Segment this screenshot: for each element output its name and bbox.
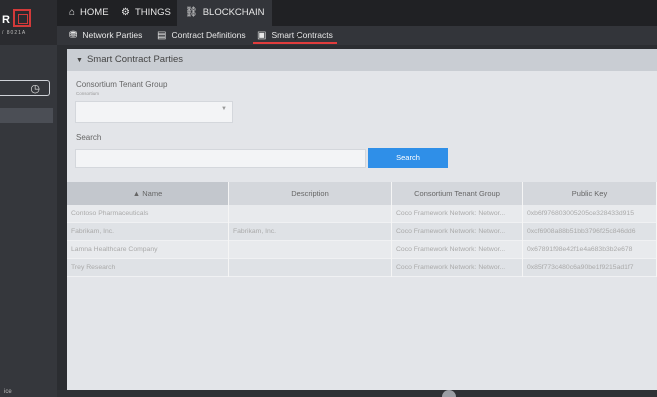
cell-name: Fabrikam, Inc. xyxy=(67,223,229,241)
column-header-public-key[interactable]: Public Key xyxy=(523,182,657,205)
horizontal-scrollbar[interactable] xyxy=(57,390,657,397)
column-header-consortium[interactable]: Consortium Tenant Group xyxy=(392,182,523,205)
cell-public-key: 0xb6f976803005205ce328433d915 xyxy=(523,205,657,223)
section-header[interactable]: ▼ Smart Contract Parties xyxy=(67,49,657,71)
cell-description xyxy=(229,205,392,223)
subtab-network-parties[interactable]: ⛃ Network Parties xyxy=(69,26,142,45)
table-row[interactable]: Fabrikam, Inc. Fabrikam, Inc. Coco Frame… xyxy=(67,223,657,241)
section-title: Smart Contract Parties xyxy=(86,54,184,65)
cell-consortium: Coco Framework Network: Networ... xyxy=(392,259,523,277)
cell-public-key: 0x85f773c480c6a90be1f9215ad1f7 xyxy=(523,259,657,277)
consortium-select[interactable]: ▼ xyxy=(75,101,233,123)
cell-consortium: Coco Framework Network: Networ... xyxy=(392,223,523,241)
tab-label: BLOCKCHAIN xyxy=(202,7,265,18)
left-rail: R / 8021A ◷ ice xyxy=(0,0,57,397)
table-header: ▲ Name Description Consortium Tenant Gro… xyxy=(67,182,657,205)
cell-public-key: 0xcf6908a88b51bb3796f25c846dd6 xyxy=(523,223,657,241)
contract-definitions-icon: ▤ xyxy=(157,30,167,41)
tab-blockchain[interactable]: ⛓ BLOCKCHAIN xyxy=(177,0,273,26)
top-nav: ⌂ HOME ⚙ THINGS ⛓ BLOCKCHAIN xyxy=(57,0,657,26)
clock-icon: ◷ xyxy=(30,83,40,95)
cell-description xyxy=(229,259,392,277)
subtab-contract-definitions[interactable]: ▤ Contract Definitions xyxy=(157,26,246,45)
main-panel: ▼ Smart Contract Parties Consortium Tenan… xyxy=(67,49,657,390)
rail-selected-item[interactable] xyxy=(0,108,53,123)
cell-name: Lamna Healthcare Company xyxy=(67,241,229,259)
cell-description: Fabrikam, Inc. xyxy=(229,223,392,241)
subtab-label: Contract Definitions xyxy=(171,30,246,40)
things-icon: ⚙ xyxy=(121,7,130,18)
tab-things[interactable]: ⚙ THINGS xyxy=(113,0,179,26)
cell-consortium: Coco Framework Network: Networ... xyxy=(392,241,523,259)
cell-public-key: 0x67891f98e42f1e4a683b3b2e678 xyxy=(523,241,657,259)
table-row[interactable]: Lamna Healthcare Company Coco Framework … xyxy=(67,241,657,259)
search-label: Search xyxy=(76,133,102,142)
tab-label: THINGS xyxy=(134,7,171,18)
scrollbar-thumb[interactable] xyxy=(442,390,456,397)
subtab-label: Network Parties xyxy=(82,30,143,40)
tab-home[interactable]: ⌂ HOME xyxy=(61,0,117,26)
sort-asc-icon: ▲ xyxy=(132,189,143,198)
brand-letter: R xyxy=(2,14,10,26)
column-header-description[interactable]: Description xyxy=(229,182,392,205)
cell-consortium: Coco Framework Network: Networ... xyxy=(392,205,523,223)
tab-label: HOME xyxy=(80,7,109,18)
logo-mark-icon xyxy=(13,9,31,27)
table-row[interactable]: Trey Research Coco Framework Network: Ne… xyxy=(67,259,657,277)
consortium-sublabel: Consortium xyxy=(76,91,100,96)
network-parties-icon: ⛃ xyxy=(69,30,78,41)
rail-bottom-text: ice xyxy=(4,389,12,395)
home-icon: ⌂ xyxy=(69,7,76,18)
brand-subtitle: / 8021A xyxy=(2,30,27,36)
search-button[interactable]: Search xyxy=(368,148,448,168)
cell-name: Trey Research xyxy=(67,259,229,277)
chevron-down-icon: ▼ xyxy=(221,106,227,112)
cell-description xyxy=(229,241,392,259)
consortium-label: Consortium Tenant Group xyxy=(76,80,168,89)
brand-logo[interactable]: R / 8021A xyxy=(0,0,57,45)
search-input[interactable] xyxy=(75,149,366,168)
sub-nav: ⛃ Network Parties ▤ Contract Definitions ▣… xyxy=(57,26,657,45)
history-button[interactable]: ◷ xyxy=(0,80,50,96)
mouse-cursor-icon: ➚ xyxy=(293,31,303,43)
column-header-label: Name xyxy=(142,189,163,198)
blockchain-icon: ⛓ xyxy=(185,7,198,18)
cell-name: Contoso Pharmaceuticals xyxy=(67,205,229,223)
caret-down-icon: ▼ xyxy=(76,57,83,64)
column-header-name[interactable]: ▲ Name xyxy=(67,182,229,205)
table-row[interactable]: Contoso Pharmaceuticals Coco Framework N… xyxy=(67,205,657,223)
